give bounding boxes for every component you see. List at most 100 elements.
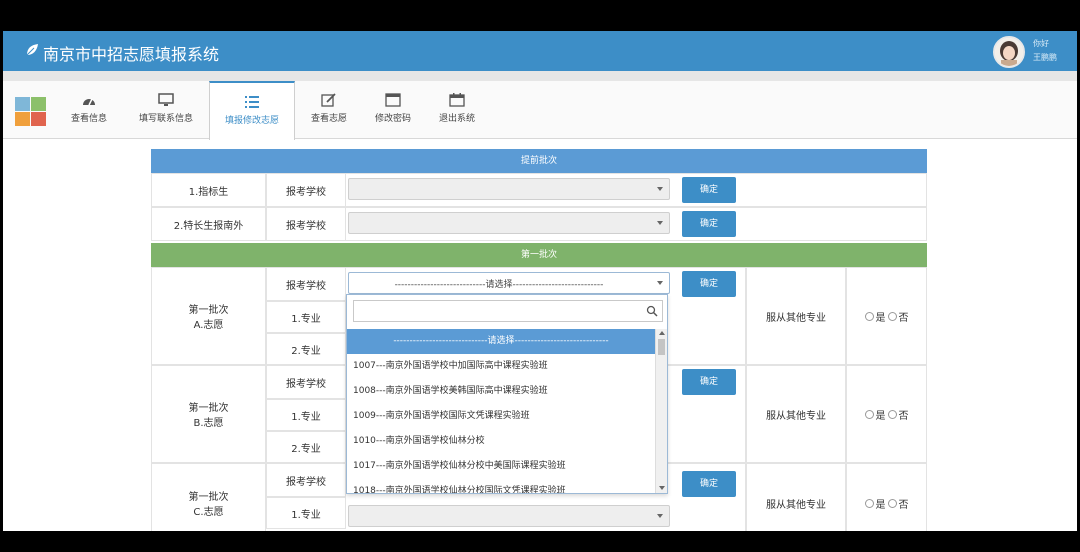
- app-logo: [15, 97, 47, 127]
- section-header-first-batch: 第一批次: [151, 243, 927, 267]
- group-label-a: 第一批次 A.志愿: [151, 267, 266, 365]
- radio-no-label: 否: [898, 410, 909, 422]
- radio-yes[interactable]: [864, 498, 874, 508]
- scroll-down-icon[interactable]: [659, 486, 665, 490]
- obey-radio-group: 是 否: [846, 463, 927, 531]
- nav-label: 查看信息: [70, 114, 107, 124]
- row-label: 1.指标生: [151, 173, 266, 207]
- monitor-icon: [158, 93, 174, 106]
- confirm-button[interactable]: 确定: [682, 471, 736, 497]
- school-select-quota[interactable]: [348, 178, 670, 200]
- nav-logout[interactable]: 退出系统: [429, 81, 485, 139]
- dropdown-option[interactable]: -----------------------------请选择--------…: [347, 329, 655, 354]
- nav-fill-wishes[interactable]: 填报修改志愿: [209, 81, 295, 140]
- dropdown-option[interactable]: 1018---南京外国语学校仙林分校国际文凭课程实验班: [347, 479, 655, 493]
- search-value: [354, 309, 358, 319]
- radio-no[interactable]: [887, 311, 897, 321]
- dropdown-option[interactable]: 1009---南京外国语学校国际文凭课程实验班: [347, 404, 655, 429]
- list-icon: [245, 96, 259, 108]
- major1-select-c[interactable]: [348, 505, 670, 527]
- field-label: 1.专业: [266, 399, 346, 431]
- app-title: 南京市中招志愿填报系统: [43, 45, 220, 64]
- field-label: 2.专业: [266, 333, 346, 365]
- nav-label: 填写联系信息: [138, 114, 193, 124]
- dropdown-search-input[interactable]: [353, 300, 663, 322]
- school-select-talent[interactable]: [348, 212, 670, 234]
- group-label-c: 第一批次 C.志愿: [151, 463, 266, 531]
- obey-label: 服从其他专业: [746, 365, 846, 463]
- confirm-button[interactable]: 确定: [682, 271, 736, 297]
- browser-viewport: 南京市中招志愿填报系统 你好 王鹏鹏 查看信息 填写联系信息 填报修改志愿 查看…: [3, 31, 1077, 531]
- user-greeting: 你好: [1033, 39, 1049, 48]
- confirm-button[interactable]: 确定: [682, 211, 736, 237]
- scroll-up-icon[interactable]: [659, 331, 665, 335]
- header-divider: [3, 71, 1077, 81]
- group-label-line: B.志愿: [193, 418, 224, 429]
- field-label: 报考学校: [266, 463, 346, 497]
- chevron-down-icon: [657, 187, 663, 191]
- group-label-b: 第一批次 B.志愿: [151, 365, 266, 463]
- row-label: 2.特长生报南外: [151, 207, 266, 241]
- dropdown-option[interactable]: 1010---南京外国语学校仙林分校: [347, 429, 655, 454]
- avatar[interactable]: [993, 36, 1025, 68]
- dropdown-option[interactable]: 1008---南京外国语学校美韩国际高中课程实验班: [347, 379, 655, 404]
- radio-no[interactable]: [887, 409, 897, 419]
- nav-label: 填报修改志愿: [224, 116, 279, 126]
- group-label-line: C.志愿: [193, 507, 224, 518]
- nav-label: 查看志愿: [310, 114, 347, 124]
- field-label: 报考学校: [266, 365, 346, 399]
- field-label: 2.专业: [266, 431, 346, 463]
- obey-radio-group: 是 否: [846, 267, 927, 365]
- edit-icon: [321, 93, 336, 107]
- nav-change-password[interactable]: 修改密码: [365, 81, 421, 139]
- app-header: 南京市中招志愿填报系统 你好 王鹏鹏: [3, 31, 1077, 71]
- dropdown-option[interactable]: 1017---南京外国语学校仙林分校中美国际课程实验班: [347, 454, 655, 479]
- chevron-down-icon: [657, 221, 663, 225]
- field-label: 1.专业: [266, 497, 346, 529]
- group-label-line: 第一批次: [188, 492, 229, 503]
- obey-label: 服从其他专业: [746, 463, 846, 531]
- radio-no-label: 否: [898, 312, 909, 324]
- chevron-down-icon: [657, 281, 663, 285]
- window-icon: [385, 93, 401, 107]
- scrollbar-thumb[interactable]: [658, 339, 665, 355]
- radio-no[interactable]: [887, 498, 897, 508]
- group-label-line: A.志愿: [193, 320, 224, 331]
- nav-toolbar: 查看信息 填写联系信息 填报修改志愿 查看志愿 修改密码 退出系统: [3, 81, 1077, 140]
- dropdown-options: -----------------------------请选择--------…: [347, 329, 655, 493]
- field-label: 报考学校: [266, 173, 346, 207]
- user-name: 王鹏鹏: [1033, 53, 1057, 62]
- radio-yes[interactable]: [864, 311, 874, 321]
- group-label-line: 第一批次: [188, 403, 229, 414]
- obey-label: 服从其他专业: [746, 267, 846, 365]
- dropdown-option[interactable]: 1007---南京外国语学校中加国际高中课程实验班: [347, 354, 655, 379]
- school-dropdown: -----------------------------请选择--------…: [346, 294, 668, 494]
- section-header-advance: 提前批次: [151, 149, 927, 173]
- search-icon: [646, 305, 658, 317]
- confirm-button[interactable]: 确定: [682, 369, 736, 395]
- dropdown-scrollbar[interactable]: [655, 329, 667, 493]
- user-info[interactable]: 你好 王鹏鹏: [1033, 37, 1057, 65]
- nav-view-info[interactable]: 查看信息: [57, 81, 121, 139]
- radio-no-label: 否: [898, 499, 909, 511]
- nav-label: 修改密码: [374, 114, 411, 124]
- school-select-a[interactable]: ----------------------------请选择---------…: [348, 272, 670, 294]
- chevron-down-icon: [657, 514, 663, 518]
- field-label: 报考学校: [266, 207, 346, 241]
- calendar-icon: [449, 93, 465, 107]
- field-label: 1.专业: [266, 301, 346, 333]
- obey-radio-group: 是 否: [846, 365, 927, 463]
- nav-contact-info[interactable]: 填写联系信息: [127, 81, 205, 139]
- group-label-line: 第一批次: [188, 305, 229, 316]
- leaf-icon: [26, 44, 38, 56]
- avatar-icon: [995, 38, 1023, 66]
- field-label: 报考学校: [266, 267, 346, 301]
- radio-yes[interactable]: [864, 409, 874, 419]
- confirm-button[interactable]: 确定: [682, 177, 736, 203]
- nav-label: 退出系统: [438, 114, 475, 124]
- select-value: ----------------------------请选择---------…: [394, 280, 604, 290]
- dashboard-icon: [83, 98, 95, 106]
- radio-yes-label: 是: [875, 312, 886, 324]
- radio-yes-label: 是: [875, 499, 886, 511]
- nav-view-wishes[interactable]: 查看志愿: [301, 81, 357, 139]
